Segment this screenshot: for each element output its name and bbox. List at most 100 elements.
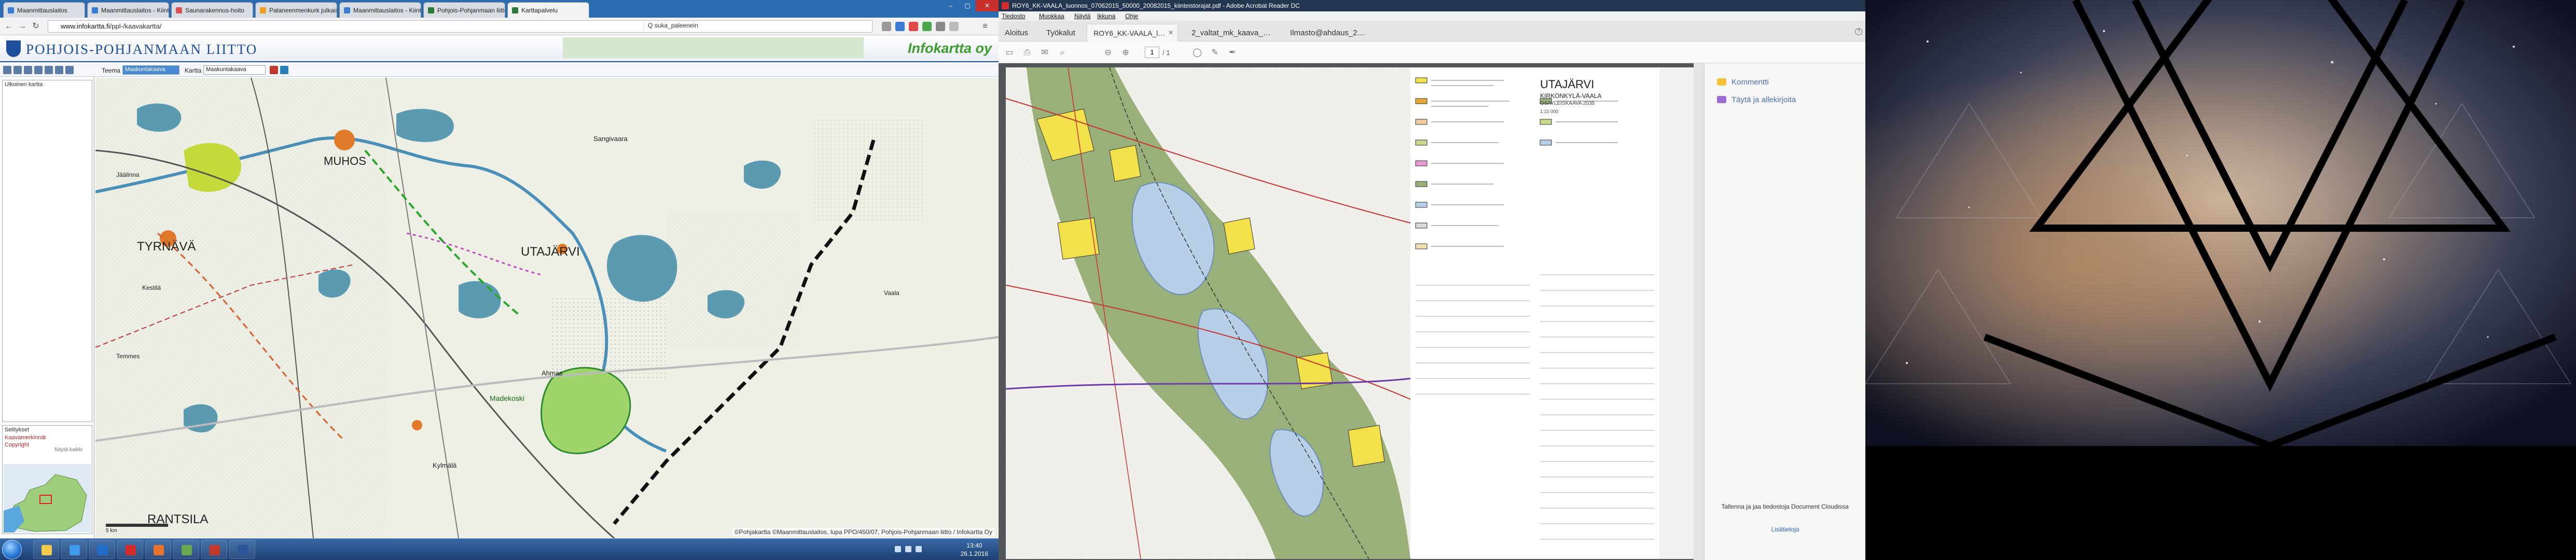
browser-toolbar: ← → ↻ www.infokartta.fi/ppl-/kaavakartta… — [0, 18, 999, 35]
tab-tools[interactable]: Työkalut — [1040, 24, 1082, 41]
teema-label: Teema — [102, 67, 121, 74]
print-icon[interactable] — [45, 66, 53, 74]
comment-icon — [1717, 78, 1726, 86]
external-map-box: Ulkoinen kartta — [2, 80, 92, 422]
taskbar-app-ie[interactable] — [61, 540, 87, 559]
place-label: Kestilä — [142, 284, 161, 291]
help-icon[interactable] — [65, 66, 74, 74]
pan-icon[interactable] — [24, 66, 32, 74]
overview-map[interactable] — [4, 464, 91, 533]
zoom-in-icon[interactable] — [3, 66, 11, 74]
pdf-plan-name: OSAYLEISKAAVA 2035 — [1540, 101, 1595, 106]
pen-icon — [1717, 96, 1726, 103]
help-icon[interactable]: ? — [1855, 28, 1862, 35]
forward-button[interactable]: → — [17, 21, 28, 32]
learn-more-link[interactable]: Lisätietoja — [1705, 526, 1866, 533]
kartta-select[interactable]: Maakuntakaava — [203, 65, 266, 75]
brand-logo: Infokartta oy — [908, 40, 992, 56]
fill-sign-tool[interactable]: Täytä ja allekirjoita — [1717, 95, 1796, 104]
extension-icon[interactable] — [922, 22, 932, 31]
browser-tab[interactable]: Maanmittauslaitos — [3, 2, 85, 18]
place-label-utajarvi: UTAJÄRVI — [521, 245, 580, 259]
place-label: Jäälinna — [116, 171, 140, 178]
search-icon[interactable]: ⌕ — [1057, 48, 1068, 58]
taskbar-app-acrobat[interactable] — [201, 540, 227, 559]
taskbar-app-explorer[interactable] — [33, 540, 59, 559]
close-icon[interactable]: ✕ — [1168, 29, 1173, 36]
pen-icon[interactable]: ✎ — [1209, 48, 1221, 58]
prev-page-icon[interactable]: ⊖ — [1102, 48, 1114, 58]
tab-home[interactable]: Aloitus — [999, 24, 1034, 41]
browser-tab[interactable]: Maanmittauslaitos - Kiinteistötie… — [339, 2, 421, 18]
inpage-search[interactable]: Q suka_paleenein — [643, 22, 871, 31]
map-canvas[interactable]: MUHOS TYRNÄVÄ UTAJÄRVI RANTSILA Jäälinna… — [95, 78, 999, 538]
menu-item[interactable]: Näytä — [1074, 12, 1090, 20]
maximize-button[interactable]: ▢ — [959, 0, 976, 11]
menu-item[interactable]: Ikkuna — [1097, 12, 1115, 20]
tab-label: Maanmittauslaitos — [17, 7, 67, 14]
taskbar-app-word[interactable] — [229, 540, 255, 559]
volume-icon[interactable] — [905, 546, 911, 552]
legend-link[interactable]: Kaavamerkinnät — [3, 434, 92, 441]
extension-icon[interactable] — [949, 22, 959, 31]
browser-tab-active[interactable]: Karttapalvelu — [507, 2, 589, 18]
next-page-icon[interactable]: ⊕ — [1120, 48, 1131, 58]
comment-icon[interactable]: ◯ — [1192, 48, 1203, 58]
clock-time: 13:40 — [966, 542, 982, 549]
start-button[interactable] — [2, 540, 22, 559]
taskbar-app-paint[interactable] — [173, 540, 199, 559]
taskbar-app-outlook[interactable] — [89, 540, 115, 559]
menu-icon[interactable]: ≡ — [980, 22, 990, 31]
flag-icon[interactable] — [916, 546, 922, 552]
browser-tab[interactable]: Maanmittauslaitos - Kiinteistötie… — [87, 2, 169, 18]
browser-tab[interactable]: Pohjois-Pohjanmaan liitto — [423, 2, 505, 18]
document-area[interactable]: UTAJÄRVI KIRKONKYLÄ-VAALA OSAYLEISKAAVA … — [999, 63, 1704, 560]
place-label: Temmes — [116, 353, 140, 360]
teema-select[interactable]: Maakuntakaava — [122, 65, 179, 75]
tab-label: Saunarakennus-hoito — [185, 7, 245, 14]
header-band — [563, 37, 864, 58]
layer-icon[interactable] — [280, 66, 288, 74]
measure-icon[interactable] — [34, 66, 43, 74]
pdf-icon — [126, 545, 136, 555]
network-icon[interactable] — [895, 546, 901, 552]
menu-item[interactable]: Ohje — [1125, 12, 1138, 20]
close-button[interactable]: ✕ — [976, 0, 999, 11]
url-host: www.infokartta.fi — [61, 22, 110, 30]
save-icon[interactable]: ▭ — [1004, 48, 1015, 58]
browser-tab[interactable]: Saunarakennus-hoito — [171, 2, 253, 18]
reload-button[interactable]: ↻ — [30, 21, 41, 32]
menu-item[interactable]: Tiedosto — [1002, 12, 1026, 20]
tab-favicon-icon — [260, 7, 266, 13]
tab-favicon-icon — [176, 7, 182, 13]
doc-tab[interactable]: ROY6_KK-VAALA_l… ✕ — [1087, 24, 1178, 41]
star-icon[interactable] — [882, 22, 891, 31]
clock-date: 26.1.2016 — [960, 550, 988, 557]
sign-icon[interactable]: ✒ — [1227, 48, 1238, 58]
browser-tab[interactable]: Palaneenmenkurk julkaisuo… — [255, 2, 337, 18]
taskbar-app-acrobat[interactable] — [117, 540, 143, 559]
comment-tool[interactable]: Kommentti — [1717, 78, 1769, 87]
extension-icon[interactable] — [895, 22, 905, 31]
extension-icon[interactable] — [909, 22, 918, 31]
doc-tab[interactable]: Ilmasto@ahdaus_2… — [1284, 24, 1377, 41]
minimize-button[interactable]: – — [943, 0, 959, 11]
show-all-link[interactable]: Näytä kaikki — [52, 446, 85, 453]
place-label: Vaala — [884, 289, 899, 297]
print-icon[interactable]: ⎙ — [1021, 48, 1033, 58]
zoom-out-icon[interactable] — [13, 66, 22, 74]
menu-item[interactable]: Muokkaa — [1039, 12, 1064, 20]
doc-tab-label: ROY6_KK-VAALA_l… — [1093, 29, 1166, 37]
clock[interactable]: 13:40 26.1.2016 — [961, 541, 988, 558]
window-title: ROY6_KK-VAALA_luonnos_07062015_50000_200… — [1012, 2, 1300, 9]
doc-tab[interactable]: 2_valtat_mk_kaava_… — [1185, 24, 1279, 41]
back-button[interactable]: ← — [3, 21, 15, 32]
page-number-field[interactable]: 1 — [1145, 47, 1159, 58]
taskbar-app-firefox[interactable] — [145, 540, 171, 559]
layer-icon[interactable] — [270, 66, 278, 74]
extension-icon[interactable] — [936, 22, 945, 31]
left-panel: Ulkoinen kartta Selitykset Kaavamerkinnä… — [0, 78, 94, 538]
vertical-scrollbar[interactable] — [1694, 63, 1704, 560]
email-icon[interactable]: ✉ — [1039, 48, 1050, 58]
info-icon[interactable] — [55, 66, 63, 74]
